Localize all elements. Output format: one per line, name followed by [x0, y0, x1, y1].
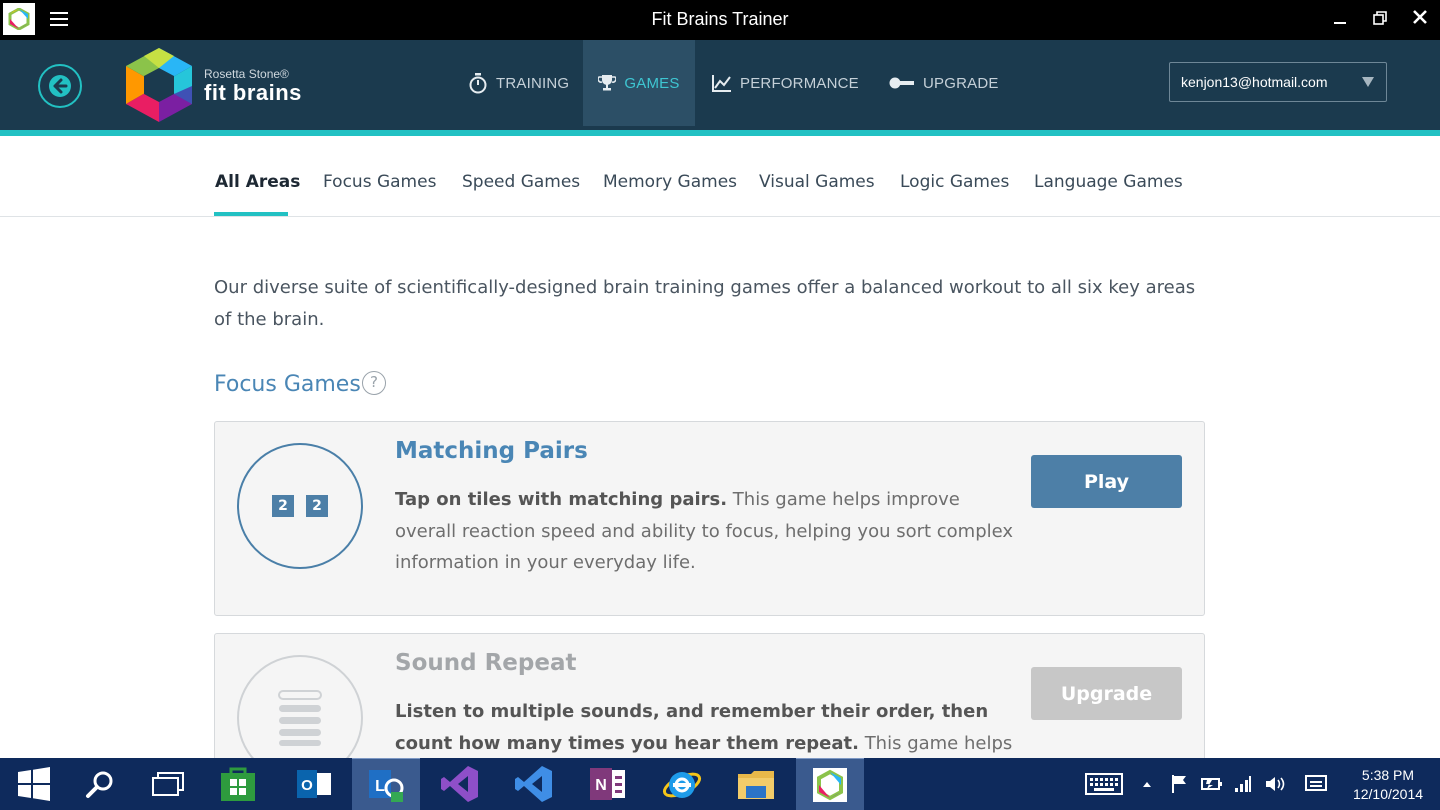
tab-memory-games[interactable]: Memory Games	[603, 172, 737, 192]
window-title: Fit Brains Trainer	[651, 9, 789, 29]
game-card: 2 2 Matching Pairs Tap on tiles with mat…	[214, 421, 1205, 616]
game-description: Tap on tiles with matching pairs. This g…	[395, 484, 1015, 579]
logo-brand-small: Rosetta Stone®	[204, 67, 289, 81]
logo-brand: fit brains	[204, 80, 302, 105]
category-tabs: All Areas Focus Games Speed Games Memory…	[0, 136, 1440, 217]
svg-text:L: L	[375, 778, 385, 795]
taskbar-clock[interactable]: 5:38 PM 12/10/2014	[1336, 766, 1440, 804]
stopwatch-icon	[469, 73, 487, 94]
visual-studio-icon	[441, 766, 478, 802]
help-icon[interactable]: ?	[362, 371, 386, 395]
taskbar-visual-studio[interactable]	[426, 758, 494, 810]
tab-speed-games[interactable]: Speed Games	[462, 172, 580, 192]
active-tab-indicator	[214, 212, 288, 216]
back-button[interactable]	[38, 64, 82, 108]
taskbar-fit-brains[interactable]	[796, 758, 864, 810]
upgrade-button[interactable]: Upgrade	[1031, 667, 1182, 720]
svg-text:N: N	[595, 777, 607, 794]
svg-text:O: O	[301, 777, 313, 794]
windows-taskbar: O L N 5:38 PM 12/10/2014	[0, 758, 1440, 810]
search-button[interactable]	[66, 758, 134, 810]
taskbar-visual-studio-blue[interactable]	[500, 758, 568, 810]
nav-games-label: GAMES	[624, 74, 680, 92]
action-flag-button[interactable]	[1168, 758, 1190, 810]
fit-brains-taskbar-icon	[813, 767, 847, 802]
nav-performance[interactable]: PERFORMANCE	[712, 40, 859, 126]
chevron-down-icon	[1362, 77, 1374, 87]
tab-all-areas[interactable]: All Areas	[215, 172, 300, 192]
signal-bars-icon	[1235, 776, 1251, 792]
tile: 2	[272, 495, 294, 517]
battery-icon	[1201, 778, 1222, 790]
onenote-icon: N	[590, 768, 625, 800]
nav-training-label: TRAINING	[496, 74, 570, 92]
message-icon	[1305, 775, 1327, 791]
chevron-up-icon	[1143, 782, 1151, 787]
minimize-icon[interactable]	[1328, 8, 1352, 32]
battery-button[interactable]	[1200, 758, 1224, 810]
game-title: Matching Pairs	[395, 438, 588, 464]
tab-logic-games[interactable]: Logic Games	[900, 172, 1009, 192]
volume-button[interactable]	[1264, 758, 1288, 810]
trophy-icon	[598, 75, 617, 91]
nav-games[interactable]: GAMES	[583, 40, 695, 126]
lync-icon: L	[369, 769, 404, 802]
tab-language-games[interactable]: Language Games	[1034, 172, 1183, 192]
task-view-button[interactable]	[134, 758, 202, 810]
keyboard-icon	[1085, 773, 1123, 795]
arrow-left-icon	[49, 75, 71, 97]
app-header: Rosetta Stone® fit brains TRAINING GAMES…	[0, 40, 1440, 132]
taskbar-store[interactable]	[204, 758, 272, 810]
show-hidden-icons-button[interactable]	[1138, 758, 1156, 810]
tab-visual-games[interactable]: Visual Games	[759, 172, 875, 192]
windows-logo-icon	[18, 767, 50, 801]
taskbar-file-explorer[interactable]	[722, 758, 790, 810]
key-icon	[889, 77, 914, 89]
search-icon	[86, 771, 113, 798]
store-icon	[221, 767, 255, 801]
taskbar-outlook[interactable]: O	[280, 758, 348, 810]
task-view-icon	[152, 772, 184, 796]
play-button[interactable]: Play	[1031, 455, 1182, 508]
tab-focus-games[interactable]: Focus Games	[323, 172, 436, 192]
folder-icon	[738, 771, 774, 799]
section-title: Focus Games	[214, 372, 361, 397]
touch-keyboard-button[interactable]	[1082, 758, 1126, 810]
tile: 2	[306, 495, 328, 517]
game-title: Sound Repeat	[395, 650, 577, 676]
taskbar-onenote[interactable]: N	[574, 758, 642, 810]
visual-studio-blue-icon	[515, 766, 552, 802]
clock-date: 12/10/2014	[1352, 786, 1424, 802]
restore-icon[interactable]	[1368, 8, 1392, 32]
nav-upgrade-label: UPGRADE	[923, 74, 999, 92]
volume-icon	[1266, 777, 1285, 791]
start-button[interactable]	[0, 758, 68, 810]
account-dropdown[interactable]: kenjon13@hotmail.com	[1169, 62, 1387, 102]
fit-brains-logo-icon	[124, 46, 194, 124]
taskbar-internet-explorer[interactable]	[648, 758, 716, 810]
network-button[interactable]	[1232, 758, 1254, 810]
nav-upgrade[interactable]: UPGRADE	[889, 40, 999, 126]
matching-pairs-icon: 2 2	[237, 443, 363, 569]
nav-performance-label: PERFORMANCE	[740, 74, 859, 92]
internet-explorer-icon	[662, 772, 702, 798]
game-description-bold: Tap on tiles with matching pairs.	[395, 489, 728, 510]
taskbar-lync[interactable]: L	[352, 758, 420, 810]
close-icon[interactable]	[1408, 8, 1432, 32]
intro-text: Our diverse suite of scientifically-desi…	[214, 277, 1196, 330]
chart-line-icon	[712, 75, 731, 92]
notifications-button[interactable]	[1302, 758, 1330, 810]
flag-icon	[1172, 775, 1186, 793]
nav-training[interactable]: TRAINING	[468, 40, 569, 126]
outlook-icon: O	[297, 770, 331, 798]
window-titlebar: Fit Brains Trainer	[0, 0, 1440, 40]
clock-time: 5:38 PM	[1361, 767, 1415, 783]
account-email: kenjon13@hotmail.com	[1181, 74, 1328, 90]
